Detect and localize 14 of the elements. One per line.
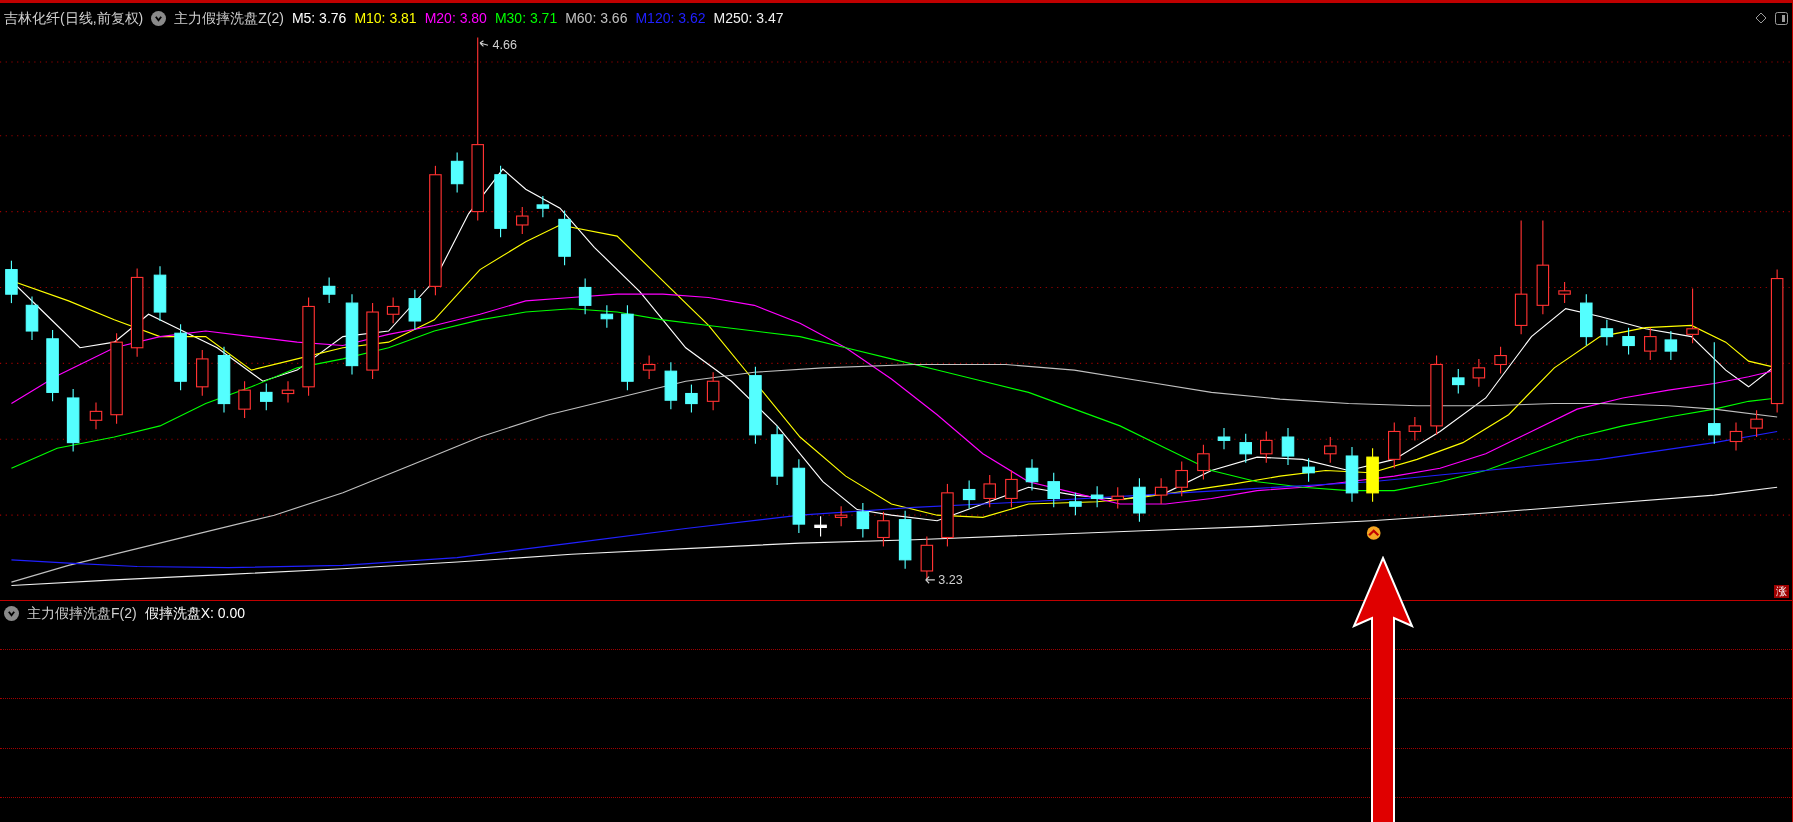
rise-badge: 涨	[1774, 585, 1789, 598]
low-price-label: 3.23	[938, 573, 963, 588]
moving-average-value: M250: 3.47	[713, 8, 784, 28]
indicator-name: 主力假摔洗盘Z(2)	[174, 8, 284, 28]
moving-average-value: M120: 3.62	[635, 8, 706, 28]
moving-average-value: M20: 3.80	[424, 8, 487, 28]
high-price-label: 4.66	[492, 37, 517, 52]
moving-average-value: M60: 3.66	[565, 8, 628, 28]
indicator-name: 主力假摔洗盘F(2)	[27, 603, 137, 623]
moving-average-value: M5: 3.76	[291, 8, 347, 28]
indicator-value: 假摔洗盘X: 0.00	[144, 603, 246, 623]
moving-average-value: M10: 3.81	[354, 8, 417, 28]
moving-average-value: M30: 3.71	[494, 8, 558, 28]
stock-title: 吉林化纤(日线,前复权)	[4, 8, 144, 28]
